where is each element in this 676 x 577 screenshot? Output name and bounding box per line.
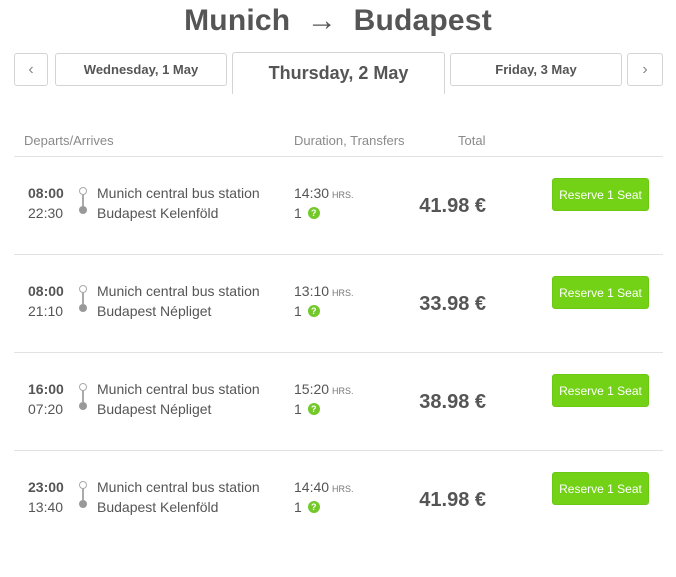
reserve-seat-button[interactable]: Reserve 1 Seat — [552, 178, 649, 211]
divider — [14, 156, 663, 157]
departure-station: Munich central bus station — [97, 185, 260, 201]
arrival-time: 21:10 — [28, 303, 64, 319]
arrival-station: Budapest Népliget — [97, 401, 212, 417]
trip-row: 08:00 21:10 Munich central bus station B… — [0, 276, 676, 381]
page-title: Munich → Budapest — [0, 4, 676, 38]
reserve-seat-button[interactable]: Reserve 1 Seat — [552, 276, 649, 309]
route-line-icon — [79, 285, 87, 312]
departure-station: Munich central bus station — [97, 479, 260, 495]
departure-station: Munich central bus station — [97, 381, 260, 397]
destination-city: Budapest — [353, 4, 492, 37]
trip-price: 41.98 € — [419, 489, 486, 511]
departure-station: Munich central bus station — [97, 283, 260, 299]
trip-row: 08:00 22:30 Munich central bus station B… — [0, 178, 676, 283]
reserve-seat-button[interactable]: Reserve 1 Seat — [552, 472, 649, 505]
question-icon[interactable]: ? — [307, 403, 320, 415]
column-total: Total — [458, 133, 486, 148]
trip-duration: 14:40 HRS. — [294, 479, 354, 495]
arrival-station: Budapest Népliget — [97, 303, 212, 319]
divider — [14, 352, 663, 353]
transfer-count: 1? — [294, 401, 320, 417]
trip-duration: 14:30 HRS. — [294, 185, 354, 201]
arrival-station: Budapest Kelenföld — [97, 205, 219, 221]
arrival-time: 13:40 — [28, 499, 64, 515]
transfer-count: 1? — [294, 205, 320, 221]
trip-row: 16:00 07:20 Munich central bus station B… — [0, 374, 676, 479]
transfer-count: 1? — [294, 499, 320, 515]
origin-city: Munich — [184, 4, 291, 37]
trip-duration: 15:20 HRS. — [294, 381, 354, 397]
trip-price: 33.98 € — [419, 293, 486, 315]
departure-time: 08:00 — [28, 283, 64, 299]
departure-time: 08:00 — [28, 185, 64, 201]
arrow-icon: → — [306, 4, 338, 37]
tab-wednesday[interactable]: Wednesday, 1 May — [55, 53, 227, 86]
tab-thursday[interactable]: Thursday, 2 May — [232, 52, 445, 94]
route-line-icon — [79, 383, 87, 410]
trip-price: 38.98 € — [419, 391, 486, 413]
transfer-count: 1? — [294, 303, 320, 319]
route-line-icon — [79, 187, 87, 214]
next-day-button[interactable]: › — [627, 53, 663, 86]
arrival-station: Budapest Kelenföld — [97, 499, 219, 515]
route-line-icon — [79, 481, 87, 508]
previous-day-button[interactable]: ‹ — [14, 53, 48, 86]
arrival-time: 22:30 — [28, 205, 64, 221]
departure-time: 16:00 — [28, 381, 64, 397]
trip-price: 41.98 € — [419, 195, 486, 217]
arrival-time: 07:20 — [28, 401, 64, 417]
question-icon[interactable]: ? — [307, 207, 320, 219]
column-duration-transfers: Duration, Transfers — [294, 133, 405, 148]
divider — [14, 450, 663, 451]
question-icon[interactable]: ? — [307, 305, 320, 317]
tab-friday[interactable]: Friday, 3 May — [450, 53, 622, 86]
trip-duration: 13:10 HRS. — [294, 283, 354, 299]
departure-time: 23:00 — [28, 479, 64, 495]
reserve-seat-button[interactable]: Reserve 1 Seat — [552, 374, 649, 407]
column-departs-arrives: Departs/Arrives — [24, 133, 114, 148]
divider — [14, 254, 663, 255]
question-icon[interactable]: ? — [307, 501, 320, 513]
trip-row: 23:00 13:40 Munich central bus station B… — [0, 472, 676, 577]
